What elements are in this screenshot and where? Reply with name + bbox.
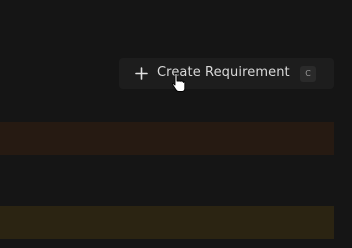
- pointer-hand-icon: [172, 73, 186, 92]
- create-requirement-button[interactable]: Create Requirement C: [119, 58, 334, 89]
- highlighted-row[interactable]: [0, 206, 334, 239]
- keyboard-shortcut-badge: C: [300, 66, 316, 82]
- plus-icon: [135, 67, 148, 80]
- canvas: Create Requirement C: [0, 0, 352, 248]
- highlighted-row[interactable]: [0, 122, 334, 155]
